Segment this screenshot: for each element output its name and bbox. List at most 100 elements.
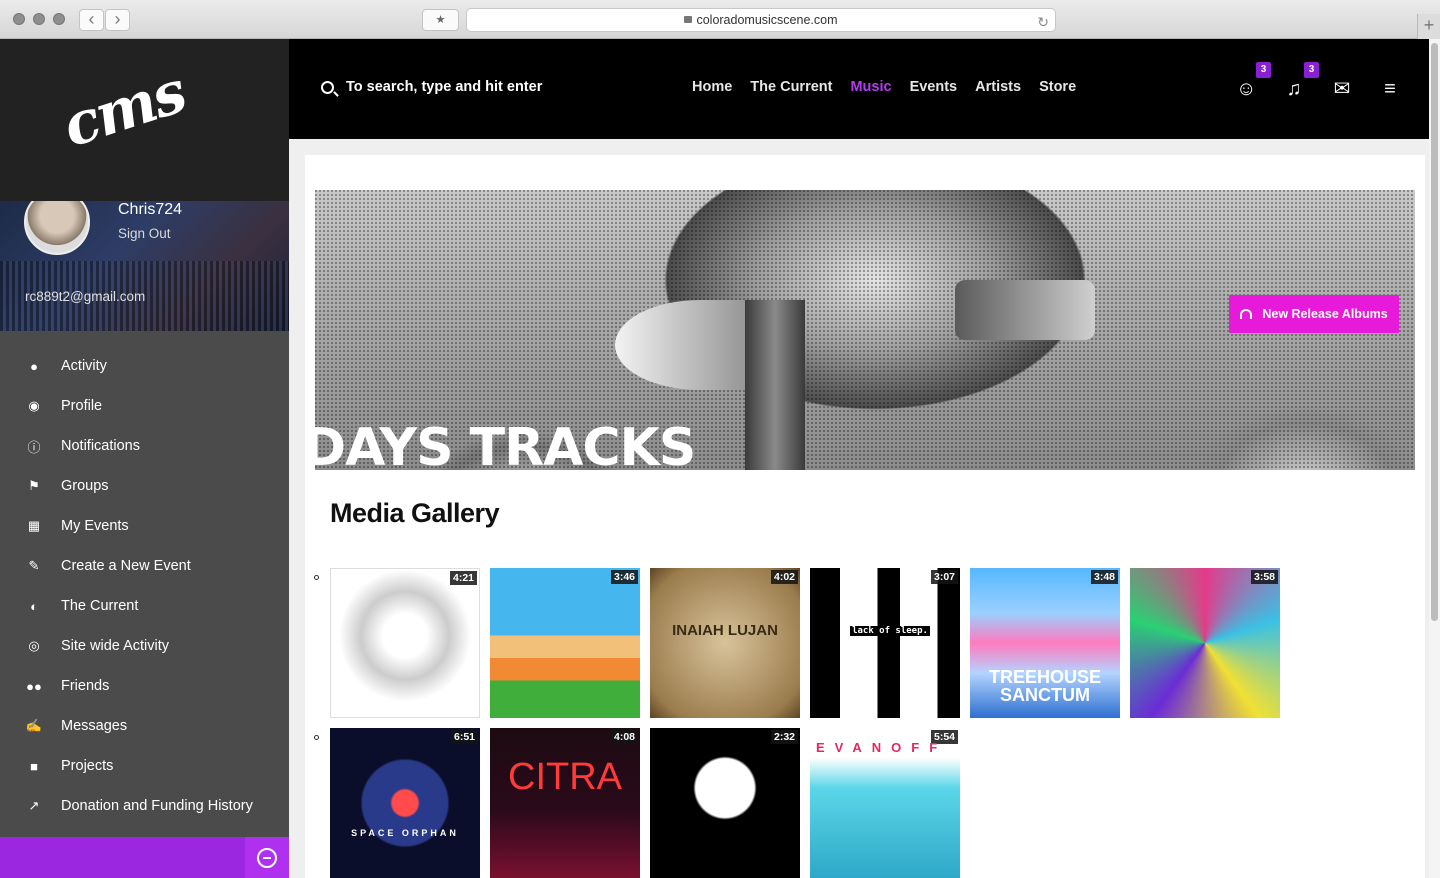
sign-out-link[interactable]: Sign Out <box>118 226 171 241</box>
sidebar-footer <box>0 837 289 878</box>
zoom-window-button[interactable] <box>53 13 65 25</box>
track-duration: 4:02 <box>770 570 798 584</box>
sidebar-item-donation-history[interactable]: ↗ Donation and Funding History <box>0 786 289 826</box>
album-thumb[interactable]: 3:07 lack of sleep. <box>810 568 960 718</box>
main-nav: Home The Current Music Events Artists St… <box>692 79 1076 95</box>
album-thumb[interactable]: 3:48 TREEHOUSE SANCTUM <box>970 568 1120 718</box>
avatar[interactable] <box>24 201 90 255</box>
pole-image <box>745 300 805 470</box>
sidebar-item-projects[interactable]: ■ Projects <box>0 746 289 786</box>
gallery-row-2: 6:51 SPACE ORPHAN 4:08 CITRA 2:32 5:54 E… <box>330 728 960 878</box>
sidebar-item-notifications[interactable]: ⓘ Notifications <box>0 426 289 466</box>
address-bar[interactable]: coloradomusicscene.com ↻ <box>466 8 1056 32</box>
chart-icon: ↗ <box>28 798 40 813</box>
headphones-icon <box>1240 309 1253 319</box>
scrollbar-thumb[interactable] <box>1431 43 1438 621</box>
page-scrollbar[interactable] <box>1429 39 1440 878</box>
sidebar-item-profile[interactable]: ◉ Profile <box>0 386 289 426</box>
nav-store[interactable]: Store <box>1039 79 1076 95</box>
site-logo[interactable]: cms <box>55 58 193 161</box>
info-icon: ⓘ <box>27 439 41 455</box>
user-icon: ● <box>30 358 38 374</box>
sidebar-item-messages[interactable]: ✍ Messages <box>0 706 289 746</box>
sidebar: cms Chris724 Sign Out rc889t2@gmail.com … <box>0 39 289 878</box>
sidebar-item-label: The Current <box>61 598 139 614</box>
new-tab-button[interactable]: + <box>1417 14 1440 39</box>
sidebar-item-label: Groups <box>61 478 109 494</box>
sidebar-item-label: Create a New Event <box>61 558 191 574</box>
friend-requests-icon[interactable]: ☺ 3 <box>1236 62 1271 99</box>
track-duration: 3:48 <box>1090 570 1118 584</box>
globe-icon: ◐ <box>30 598 38 614</box>
nav-the-current[interactable]: The Current <box>750 79 832 95</box>
sidebar-item-label: Projects <box>61 758 114 774</box>
sidebar-item-friends[interactable]: ●● Friends <box>0 666 289 706</box>
album-thumb[interactable]: 4:02 INAIAH LUJAN <box>650 568 800 718</box>
list-bullet <box>314 735 319 740</box>
sidebar-item-create-event[interactable]: ✎ Create a New Event <box>0 546 289 586</box>
track-duration: 3:46 <box>610 570 638 584</box>
palette-icon: ◉ <box>28 398 40 413</box>
gallery-row-1: 4:21 3:46 4:02 INAIAH LUJAN 3:07 lack of… <box>330 568 1280 718</box>
album-thumb[interactable]: 3:58 <box>1130 568 1280 718</box>
album-thumb[interactable]: 2:32 <box>650 728 800 878</box>
nav-music[interactable]: Music <box>850 79 891 95</box>
sidebar-item-groups[interactable]: ⚑ Groups <box>0 466 289 506</box>
calendar-icon: ▦ <box>27 518 41 533</box>
forward-button[interactable]: › <box>105 9 130 31</box>
sidebar-item-label: Messages <box>61 718 128 734</box>
sidebar-item-my-events[interactable]: ▦ My Events <box>0 506 289 546</box>
search-input[interactable]: To search, type and hit enter <box>346 79 542 95</box>
album-thumb[interactable]: 6:51 SPACE ORPHAN <box>330 728 480 878</box>
hero-text: DAYS TRACKS <box>315 418 696 470</box>
bell-icon[interactable]: ♫ 3 <box>1284 62 1319 99</box>
friends-icon: ●● <box>26 678 42 694</box>
track-duration: 6:51 <box>450 730 478 744</box>
new-release-albums-button[interactable]: New Release Albums <box>1229 295 1399 333</box>
notifications-badge: 3 <box>1304 62 1319 78</box>
back-button[interactable]: ‹ <box>79 9 104 31</box>
album-thumb[interactable]: 4:21 <box>330 568 480 718</box>
sidebar-item-label: Friends <box>61 678 110 694</box>
logo-area: cms <box>0 39 289 201</box>
list-bullet <box>314 575 319 580</box>
track-duration: 4:08 <box>610 730 638 744</box>
collapse-sidebar-button[interactable] <box>245 837 289 878</box>
sidebar-item-label: Activity <box>61 358 107 374</box>
media-gallery-title: Media Gallery <box>330 498 500 528</box>
new-release-albums-label: New Release Albums <box>1262 307 1388 321</box>
nav-artists[interactable]: Artists <box>975 79 1021 95</box>
bookmarks-button[interactable]: ★ <box>422 9 459 31</box>
album-thumb[interactable]: 3:46 <box>490 568 640 718</box>
nav-home[interactable]: Home <box>692 79 732 95</box>
sidebar-item-activity[interactable]: ● Activity <box>0 346 289 386</box>
username[interactable]: Chris724 <box>118 201 182 219</box>
track-duration: 4:21 <box>449 571 477 585</box>
search-icon <box>321 80 334 94</box>
minus-circle-icon <box>257 847 277 868</box>
sidebar-item-the-current[interactable]: ◐ The Current <box>0 586 289 626</box>
album-art-text: TREEHOUSE SANCTUM <box>988 667 1102 705</box>
mail-icon[interactable]: ✉ <box>1332 79 1352 99</box>
megaphone-image <box>955 280 1095 340</box>
minimize-window-button[interactable] <box>33 13 45 25</box>
sidebar-menu: ● Activity ◉ Profile ⓘ Notifications ⚑ Group… <box>0 346 289 826</box>
album-thumb[interactable]: 5:54 EVANOFF <box>810 728 960 878</box>
sidebar-item-label: Profile <box>61 398 103 414</box>
url-text: coloradomusicscene.com <box>696 13 838 27</box>
eye-icon: ◎ <box>28 638 40 653</box>
track-duration: 3:58 <box>1250 570 1278 584</box>
album-thumb[interactable]: 4:08 CITRA <box>490 728 640 878</box>
search-bar[interactable]: To search, type and hit enter <box>321 79 542 95</box>
edit-icon: ✍ <box>25 718 43 733</box>
album-art-text: lack of sleep. <box>850 626 930 636</box>
hamburger-menu-icon[interactable]: ≡ <box>1380 79 1400 99</box>
reload-icon[interactable]: ↻ <box>1037 11 1049 33</box>
nav-events[interactable]: Events <box>910 79 958 95</box>
close-window-button[interactable] <box>13 13 25 25</box>
friend-requests-badge: 3 <box>1256 62 1271 78</box>
sidebar-item-site-wide-activity[interactable]: ◎ Site wide Activity <box>0 626 289 666</box>
sidebar-item-label: Donation and Funding History <box>61 798 253 814</box>
profile-card: Chris724 Sign Out rc889t2@gmail.com <box>0 201 289 331</box>
album-art-text: CITRA <box>508 756 622 798</box>
